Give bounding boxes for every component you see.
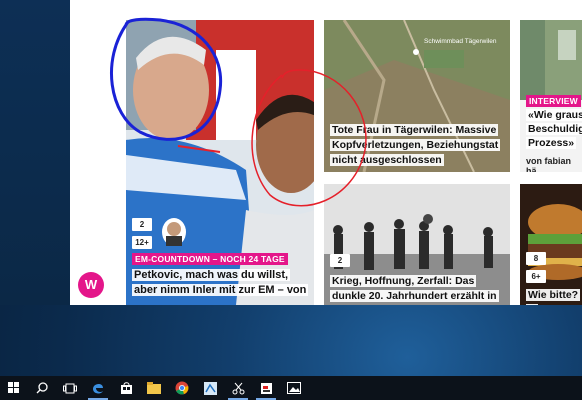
article-tile-petkovic[interactable]: 2 12+ EM-COUNTDOWN – NOCH 24 TAGE Petkov… [126,20,314,305]
title-line: Kopfverletzungen, Beziehungstat [330,139,501,151]
edge-icon[interactable] [84,376,112,400]
map-label: Schwimmbad Tägerwilen [424,38,497,45]
article-image-interview [520,20,582,100]
title-line: Wie bitte? N [526,289,581,305]
title-line: aber nimm Inler mit zur EM – von [132,284,309,296]
desktop-wallpaper: 2 12+ EM-COUNTDOWN – NOCH 24 TAGE Petkov… [0,0,582,376]
title-line: Krieg, Hoffnung, Zerfall: Das [330,275,477,287]
comment-count-badge[interactable]: 2 [132,218,152,231]
article-title[interactable]: Krieg, Hoffnung, Zerfall: Das dunkle 20.… [330,274,510,305]
kicker-label[interactable]: EM-COUNTDOWN – NOCH 24 TAGE [132,253,288,265]
photos-icon[interactable] [280,376,308,400]
news-page[interactable]: 2 12+ EM-COUNTDOWN – NOCH 24 TAGE Petkov… [70,0,582,305]
article-image-burger [520,184,582,305]
title-line: nicht ausgeschlossen [330,154,444,166]
article-tile-burger[interactable]: 8 6+ Wie bitte? N [520,184,582,305]
title-line: «Wie graus [526,109,582,121]
article-tile-20th-century[interactable]: 2 Krieg, Hoffnung, Zerfall: Das dunkle 2… [324,184,510,305]
store-icon[interactable] [112,376,140,400]
article-byline: von fabian hä [526,156,572,172]
windows-taskbar [0,376,582,400]
browser-left-edge [0,0,70,305]
image-count-badge[interactable]: 6+ [526,270,546,283]
comment-count-badge[interactable]: 2 [330,254,350,267]
paint-icon[interactable] [252,376,280,400]
snipping-tool-icon[interactable] [224,376,252,400]
article-tile-taegerwilen[interactable]: Schwimmbad Tägerwilen Tote Frau in Täger… [324,20,510,172]
app-icon[interactable] [196,376,224,400]
title-line: dunkle 20. Jahrhundert erzählt in 50 [330,290,499,305]
site-logo-button[interactable]: W [78,272,104,298]
chrome-icon[interactable] [168,376,196,400]
file-explorer-icon[interactable] [140,376,168,400]
author-avatar[interactable] [162,218,186,246]
title-line: Petkovic, mach was du willst, [132,269,291,281]
search-icon[interactable] [28,376,56,400]
article-title[interactable]: Wie bitte? N [526,288,582,305]
task-view-icon[interactable] [56,376,84,400]
article-tile-interview[interactable]: INTERVIEW «Wie graus Beschuldigte Prozes… [520,20,582,172]
image-count-badge[interactable]: 12+ [132,236,152,249]
article-title[interactable]: Tote Frau in Tägerwilen: Massive Kopfver… [330,123,501,168]
title-line: Beschuldigte [526,123,582,135]
start-icon[interactable] [0,376,28,400]
article-title[interactable]: «Wie graus Beschuldigte Prozess» [526,108,582,150]
article-title[interactable]: Petkovic, mach was du willst, aber nimm … [132,268,309,298]
kicker-label[interactable]: INTERVIEW [526,95,581,107]
title-line: Tote Frau in Tägerwilen: Massive [330,124,499,136]
comment-count-badge[interactable]: 8 [526,252,546,265]
title-line: Prozess» [526,137,577,149]
